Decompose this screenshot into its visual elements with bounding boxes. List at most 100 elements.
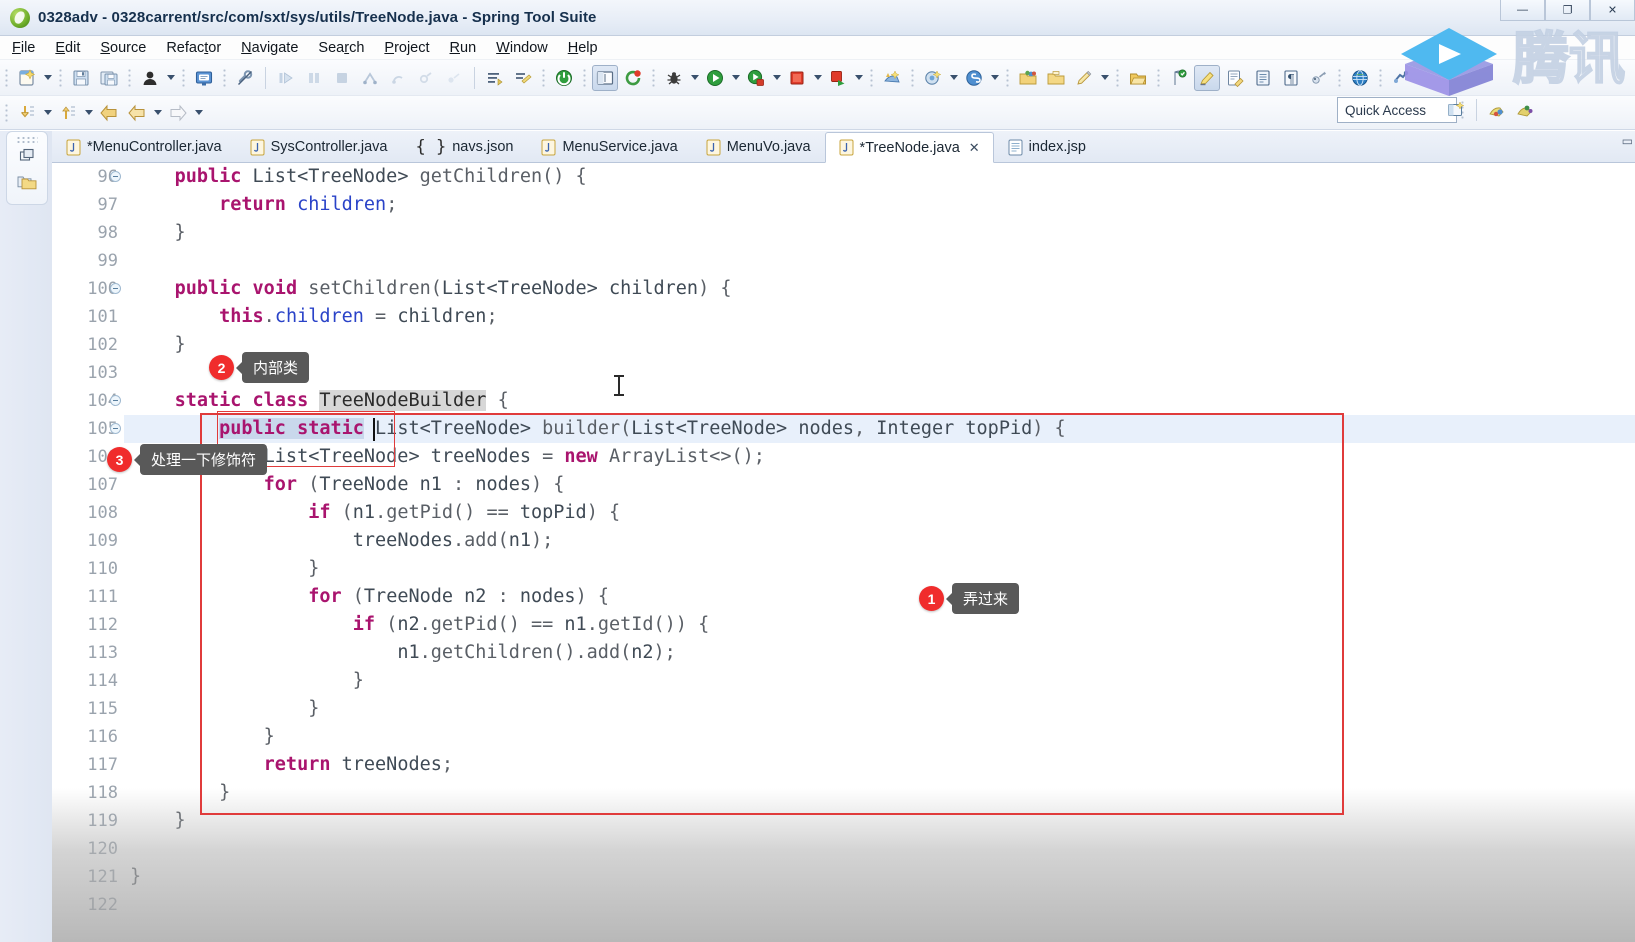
editor-tab-strip[interactable]: *MenuController.java SysController.java … bbox=[52, 131, 1635, 163]
menu-edit[interactable]: Edit bbox=[55, 39, 92, 57]
step-down-icon[interactable] bbox=[14, 100, 40, 126]
menu-source[interactable]: Source bbox=[100, 39, 158, 57]
highlight-icon[interactable] bbox=[1194, 64, 1220, 91]
terminate-icon[interactable] bbox=[329, 65, 355, 91]
toolbar-grip-14[interactable] bbox=[1337, 66, 1342, 89]
refresh-icon[interactable] bbox=[620, 65, 646, 91]
edit-pencil-icon[interactable] bbox=[1071, 65, 1097, 91]
menu-search[interactable]: Search bbox=[318, 39, 376, 57]
back-dropdown[interactable] bbox=[151, 100, 164, 126]
remote-icon[interactable] bbox=[1306, 65, 1332, 91]
open-perspective-icon[interactable] bbox=[1443, 97, 1469, 123]
restore-view-icon[interactable] bbox=[13, 143, 41, 169]
tab-menuservice[interactable]: MenuService.java bbox=[527, 132, 691, 162]
menu-help[interactable]: Help bbox=[568, 39, 610, 57]
minimized-views-bar[interactable] bbox=[6, 131, 48, 205]
toolbar-grip-4[interactable] bbox=[181, 66, 186, 89]
tab-treenode[interactable]: *TreeNode.java ✕ bbox=[824, 132, 994, 163]
toolbar-grip-9[interactable] bbox=[869, 66, 874, 89]
step-into-icon[interactable] bbox=[357, 65, 383, 91]
edit-doc-icon[interactable] bbox=[1222, 65, 1248, 91]
java-ee-perspective-icon[interactable] bbox=[1512, 97, 1538, 123]
save-all-icon[interactable] bbox=[96, 65, 122, 91]
menu-window[interactable]: Window bbox=[496, 39, 560, 57]
debug-icon[interactable] bbox=[661, 65, 687, 91]
maximize-button[interactable]: ❐ bbox=[1545, 0, 1590, 21]
link-break-icon[interactable] bbox=[232, 65, 258, 91]
step-return-icon[interactable] bbox=[385, 65, 411, 91]
tab-menucontroller[interactable]: *MenuController.java bbox=[52, 132, 236, 162]
toolbar-grip-13[interactable] bbox=[1156, 66, 1161, 89]
toolbar-grip-5[interactable] bbox=[222, 66, 227, 89]
open-type-icon[interactable] bbox=[482, 65, 508, 91]
tab-close-icon[interactable]: ✕ bbox=[969, 140, 980, 156]
run-external-dropdown[interactable] bbox=[852, 65, 865, 91]
toolbar2-grip[interactable] bbox=[4, 101, 9, 124]
run-external-icon[interactable] bbox=[825, 65, 851, 91]
fold-toggle-105[interactable] bbox=[110, 423, 121, 434]
menu-project[interactable]: Project bbox=[384, 39, 441, 57]
line-number-gutter[interactable]: 96 97 98 99 100 101 102 103 104 105 106 … bbox=[52, 163, 124, 942]
package-explorer-icon[interactable] bbox=[13, 169, 41, 195]
debug-dropdown[interactable] bbox=[688, 65, 701, 91]
fold-toggle-104[interactable] bbox=[110, 395, 121, 406]
code-viewport[interactable]: 96 97 98 99 100 101 102 103 104 105 106 … bbox=[52, 163, 1635, 942]
build-icon[interactable] bbox=[879, 65, 905, 91]
forward-icon[interactable] bbox=[165, 100, 191, 126]
step-up-dropdown[interactable] bbox=[82, 100, 95, 126]
forward-back-icon[interactable] bbox=[124, 100, 150, 126]
main-toolbar[interactable]: ¶ bbox=[0, 60, 1635, 96]
marker-icon[interactable] bbox=[1166, 65, 1192, 91]
run-dropdown[interactable] bbox=[729, 65, 742, 91]
menu-file[interactable]: File bbox=[12, 39, 47, 57]
pause-icon[interactable] bbox=[301, 65, 327, 91]
toolbar-grip-6[interactable] bbox=[541, 66, 546, 89]
tab-menuvo[interactable]: MenuVo.java bbox=[692, 132, 825, 162]
fold-toggle-96[interactable] bbox=[110, 171, 121, 182]
spring-dropdown[interactable] bbox=[988, 65, 1001, 91]
minimize-button[interactable]: — bbox=[1500, 0, 1545, 21]
quick-access-input[interactable]: Quick Access bbox=[1337, 97, 1457, 123]
menu-navigate[interactable]: Navigate bbox=[241, 39, 310, 57]
save-icon[interactable] bbox=[68, 65, 94, 91]
toolbar-grip-8[interactable] bbox=[651, 66, 656, 89]
new-wizard-icon[interactable] bbox=[14, 65, 40, 91]
tab-navs-json[interactable]: { } navs.json bbox=[401, 132, 527, 162]
run-icon[interactable] bbox=[702, 65, 728, 91]
java-perspective-icon[interactable] bbox=[1484, 97, 1510, 123]
tab-index-jsp[interactable]: index.jsp bbox=[994, 132, 1100, 162]
power-icon[interactable] bbox=[551, 65, 577, 91]
minimize-editor-icon[interactable]: ▭ bbox=[1622, 134, 1633, 148]
edit-pencil-dropdown[interactable] bbox=[1098, 65, 1111, 91]
tab-syscontroller[interactable]: SysController.java bbox=[236, 132, 402, 162]
disconnect-icon[interactable] bbox=[413, 65, 439, 91]
perspective-switcher[interactable] bbox=[1442, 97, 1539, 123]
step-down-dropdown[interactable] bbox=[41, 100, 54, 126]
minibar-grip[interactable] bbox=[16, 136, 38, 143]
open-console-icon[interactable] bbox=[191, 65, 217, 91]
fold-toggle-100[interactable] bbox=[110, 283, 121, 294]
stop-icon[interactable] bbox=[784, 65, 810, 91]
new-wizard-dropdown[interactable] bbox=[41, 65, 54, 91]
browser-icon[interactable] bbox=[1347, 65, 1373, 91]
step-over-icon[interactable] bbox=[273, 65, 299, 91]
menu-run[interactable]: Run bbox=[450, 39, 489, 57]
boot-dashboard-dropdown[interactable] bbox=[947, 65, 960, 91]
stop-dropdown[interactable] bbox=[811, 65, 824, 91]
open-project-icon[interactable] bbox=[1125, 65, 1151, 91]
toolbar-grip-12[interactable] bbox=[1115, 66, 1120, 89]
forward-dropdown[interactable] bbox=[192, 100, 205, 126]
toolbar-grip-10[interactable] bbox=[910, 66, 915, 89]
window-controls[interactable]: — ❐ ✕ bbox=[1500, 0, 1635, 36]
toolbar-grip-2[interactable] bbox=[58, 66, 63, 89]
toolbar-grip[interactable] bbox=[4, 66, 9, 89]
menu-bar[interactable]: File Edit Source Refactor Navigate Searc… bbox=[0, 36, 1635, 60]
user-account-dropdown[interactable] bbox=[164, 65, 177, 91]
skip-breakpoints-icon[interactable] bbox=[441, 65, 467, 91]
step-up-icon[interactable] bbox=[55, 100, 81, 126]
boot-dashboard-icon[interactable] bbox=[920, 65, 946, 91]
menu-refactor[interactable]: Refactor bbox=[166, 39, 233, 57]
user-account-icon[interactable] bbox=[137, 65, 163, 91]
toolbar-grip-11[interactable] bbox=[1005, 66, 1010, 89]
properties-icon[interactable] bbox=[1250, 65, 1276, 91]
